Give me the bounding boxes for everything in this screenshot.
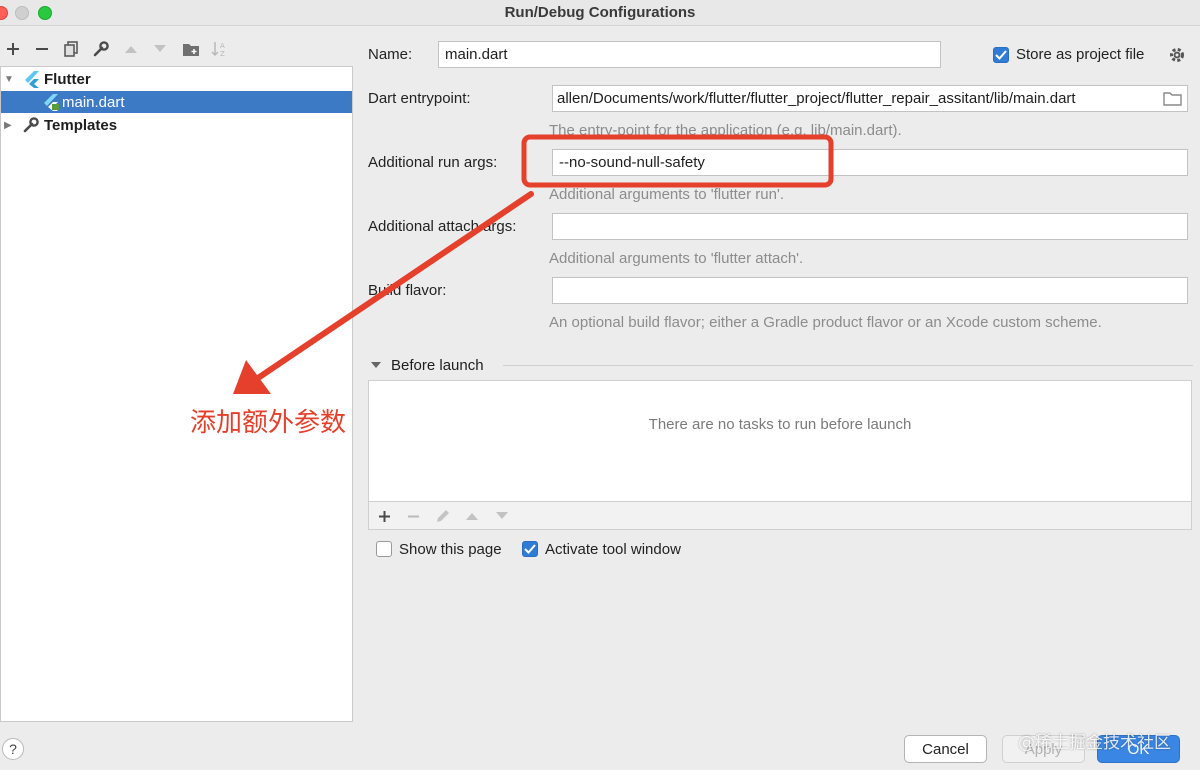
gear-icon[interactable] (1168, 46, 1186, 64)
build-flavor-hint: An optional build flavor; either a Gradl… (549, 314, 1102, 331)
copy-icon[interactable] (59, 36, 83, 62)
folder-icon[interactable] (179, 36, 203, 62)
move-up-icon[interactable] (119, 36, 143, 62)
wrench-icon (22, 116, 40, 134)
wrench-icon[interactable] (89, 36, 113, 62)
cancel-button[interactable]: Cancel (904, 735, 987, 763)
window-title: Run/Debug Configurations (504, 4, 696, 21)
config-toolbar: AZ (0, 36, 352, 66)
attach-args-hint: Additional arguments to 'flutter attach'… (549, 250, 804, 267)
name-label: Name: (368, 46, 413, 63)
svg-text:Z: Z (220, 50, 225, 57)
before-launch-task-list (368, 380, 1192, 502)
expand-arrow-icon[interactable]: ▼ (4, 73, 14, 85)
tree-item-main-dart[interactable]: main.dart (1, 91, 352, 113)
help-button[interactable]: ? (2, 738, 24, 760)
collapse-arrow-icon (371, 362, 381, 368)
tree-item-flutter[interactable]: ▼ Flutter (1, 68, 352, 90)
show-page-label: Show this page (399, 541, 502, 558)
activate-tool-window-label: Activate tool window (545, 541, 681, 558)
run-args-hint: Additional arguments to 'flutter run'. (549, 186, 785, 203)
move-up-icon[interactable] (461, 505, 483, 527)
run-args-label: Additional run args: (368, 154, 498, 171)
tree-item-templates[interactable]: ▶ Templates (1, 114, 352, 136)
build-flavor-field[interactable] (552, 277, 1188, 304)
entrypoint-label: Dart entrypoint: (368, 90, 471, 107)
entrypoint-field[interactable]: allen/Documents/work/flutter/flutter_pro… (552, 85, 1188, 112)
tree-item-label: Templates (44, 116, 118, 134)
tree-item-label: Flutter (44, 70, 91, 88)
annotation-text: 添加额外参数 (190, 408, 347, 438)
add-icon[interactable] (1, 36, 25, 62)
tree-item-label: main.dart (62, 93, 125, 111)
entrypoint-hint: The entry-point for the application (e.g… (549, 122, 902, 139)
move-down-icon[interactable] (148, 36, 172, 62)
name-field[interactable]: main.dart (438, 41, 941, 68)
store-project-file-checkbox[interactable] (993, 47, 1009, 63)
activate-tool-window-checkbox[interactable] (522, 541, 538, 557)
before-launch-empty-text: There are no tasks to run before launch (648, 416, 912, 433)
folder-browse-icon[interactable] (1163, 90, 1183, 107)
edit-icon[interactable] (432, 505, 454, 527)
checkmark-icon (995, 50, 1007, 60)
run-args-field[interactable]: --no-sound-null-safety (552, 149, 1188, 176)
flutter-dart-file-icon (43, 93, 61, 111)
entrypoint-value: allen/Documents/work/flutter/flutter_pro… (557, 90, 1076, 107)
show-page-checkbox[interactable] (376, 541, 392, 557)
config-tree: ▼ Flutter main.dart ▶ Templates (0, 66, 353, 722)
before-launch-header[interactable]: Before launch (369, 355, 484, 375)
expand-arrow-icon[interactable]: ▶ (4, 119, 14, 131)
before-launch-toolbar (368, 502, 1192, 530)
sort-icon[interactable]: AZ (208, 36, 232, 62)
before-launch-title: Before launch (391, 356, 484, 374)
store-project-file-label: Store as project file (1016, 46, 1145, 63)
watermark: @稀土掘金技术社区 (1018, 733, 1171, 753)
attach-args-field[interactable] (552, 213, 1188, 240)
svg-text:A: A (220, 42, 225, 50)
divider (503, 365, 1193, 366)
checkmark-icon (524, 544, 536, 554)
attach-args-label: Additional attach args: (368, 218, 517, 235)
add-icon[interactable] (373, 505, 395, 527)
flutter-icon (23, 70, 41, 88)
title-bar: Run/Debug Configurations (0, 0, 1200, 26)
remove-icon[interactable] (30, 36, 54, 62)
remove-icon[interactable] (402, 505, 424, 527)
move-down-icon[interactable] (491, 505, 513, 527)
build-flavor-label: Build flavor: (368, 282, 447, 299)
